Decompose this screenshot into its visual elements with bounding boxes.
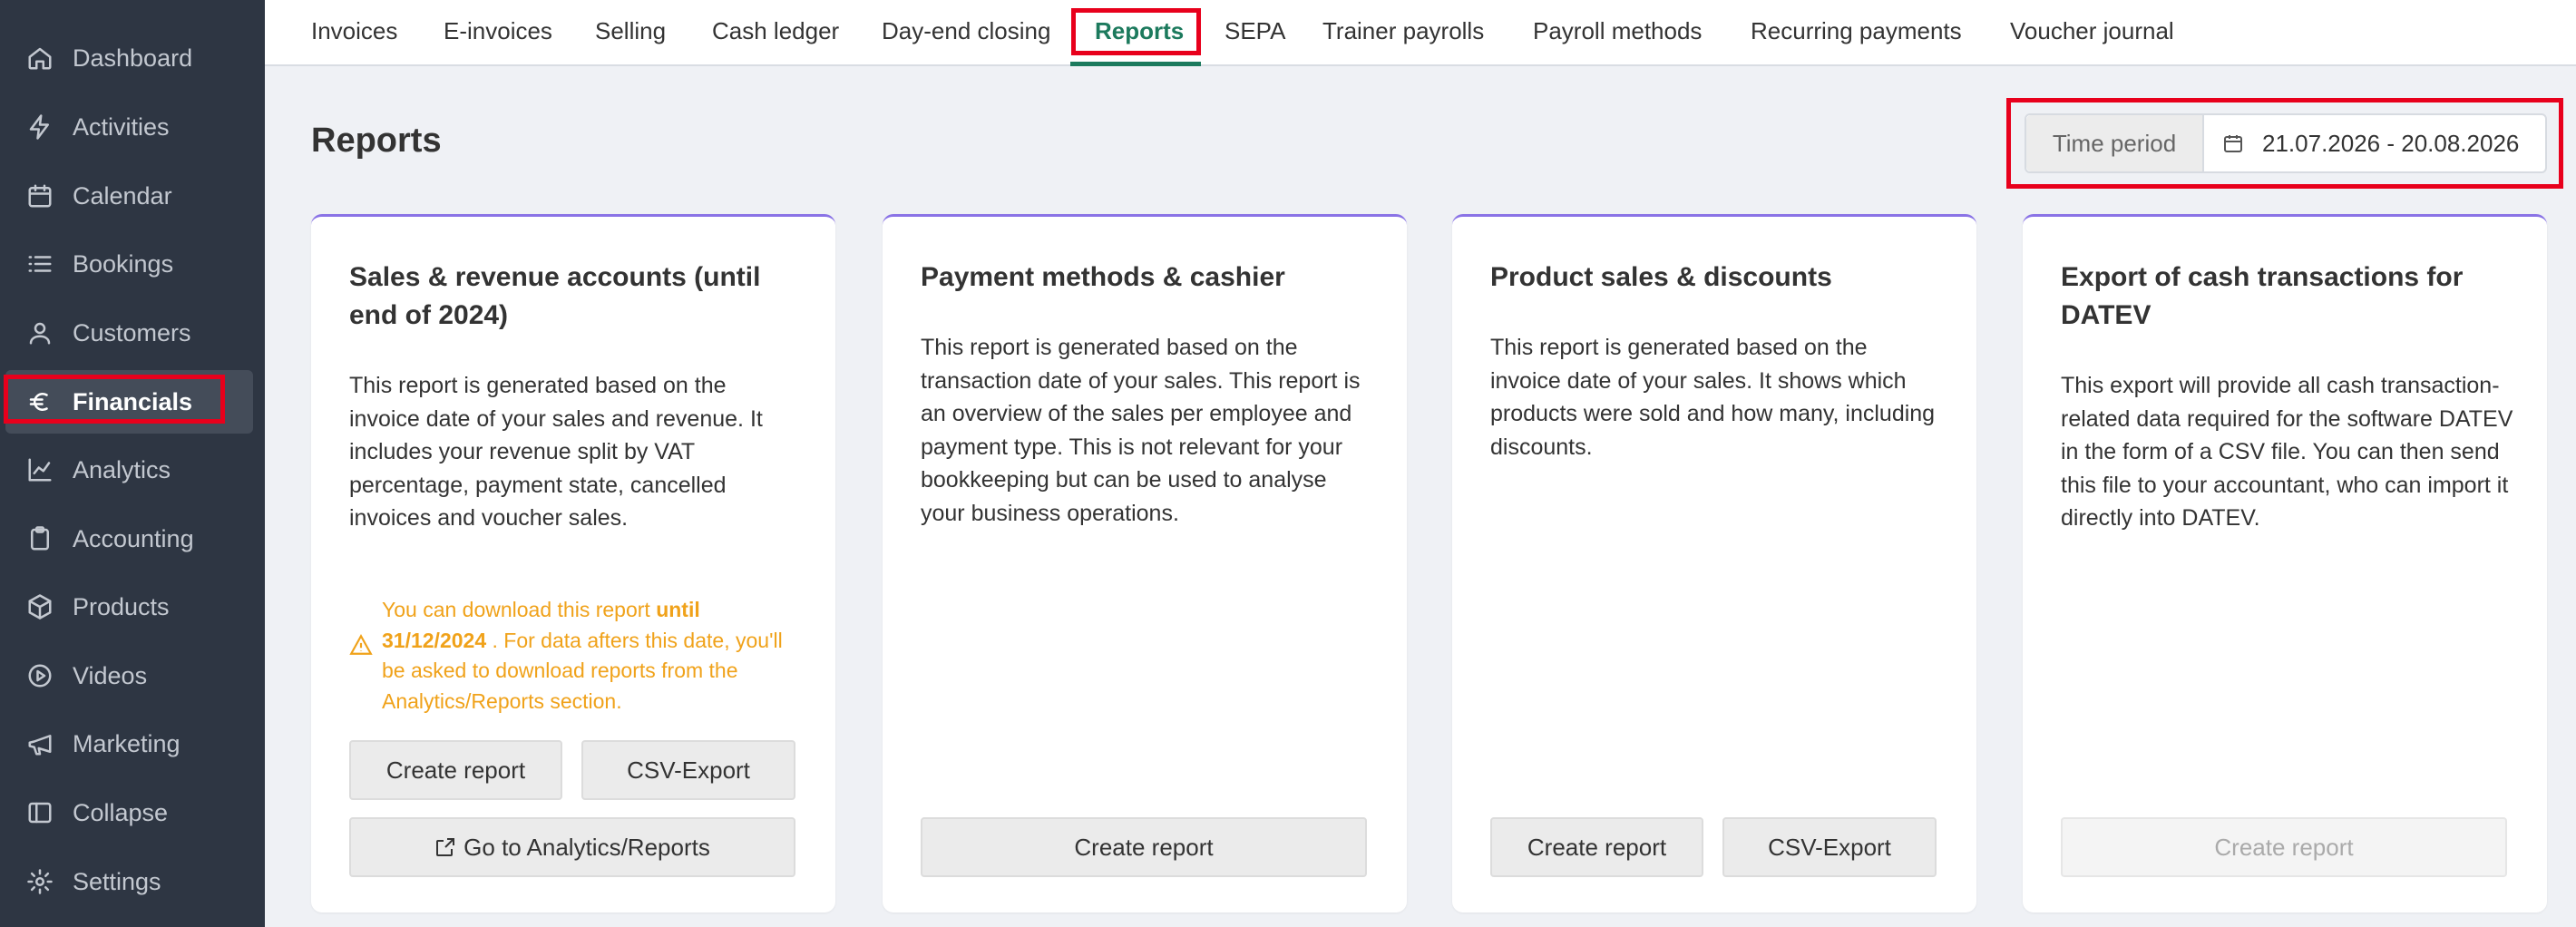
euro-icon <box>25 387 54 416</box>
external-link-icon <box>436 838 455 856</box>
time-period-value-field[interactable]: 21.07.2026 - 20.08.2026 <box>2204 115 2545 171</box>
chart-line-icon <box>25 455 54 484</box>
sidebar-item-label: Videos <box>73 661 148 689</box>
report-card-payment-methods: Payment methods & cashier This report is… <box>883 214 1407 912</box>
sidebar-item-label: Products <box>73 592 170 620</box>
tab-trainer-payrolls[interactable]: Trainer payrolls <box>1322 0 1484 63</box>
sidebar-item-marketing[interactable]: Marketing <box>0 712 265 776</box>
sidebar-item-analytics[interactable]: Analytics <box>0 438 265 502</box>
sidebar-item-dashboard[interactable]: Dashboard <box>0 26 265 90</box>
user-icon <box>25 318 54 347</box>
sidebar-item-bookings[interactable]: Bookings <box>0 232 265 296</box>
active-tab-indicator <box>1070 62 1201 66</box>
sidebar-item-activities[interactable]: Activities <box>0 95 265 159</box>
time-period-picker[interactable]: Time period 21.07.2026 - 20.08.2026 <box>2025 113 2547 173</box>
home-icon <box>25 44 54 73</box>
tab-cash-ledger[interactable]: Cash ledger <box>712 0 839 63</box>
tab-recurring-payments[interactable]: Recurring payments <box>1751 0 1962 63</box>
card-title: Payment methods & cashier <box>921 262 1285 292</box>
csv-export-button[interactable]: CSV-Export <box>581 740 795 800</box>
tab-payroll-methods[interactable]: Payroll methods <box>1533 0 1702 63</box>
sidebar-item-calendar[interactable]: Calendar <box>0 164 265 228</box>
sidebar-item-label: Bookings <box>73 249 174 278</box>
sidebar-item-label: Financials <box>73 387 193 415</box>
report-card-datev-export: Export of cash transactions for DATEV Th… <box>2023 214 2547 912</box>
card-title: Product sales & discounts <box>1490 262 1832 292</box>
card-title: Export of cash transactions for DATEV <box>2061 262 2464 330</box>
tab-selling[interactable]: Selling <box>595 0 666 63</box>
sidebar-item-settings[interactable]: Settings <box>0 850 265 913</box>
card-description: This report is generated based on the tr… <box>921 335 1361 526</box>
tab-day-end-closing[interactable]: Day-end closing <box>882 0 1050 63</box>
create-report-button[interactable]: Create report <box>921 817 1367 877</box>
sidebar-item-videos[interactable]: Videos <box>0 644 265 707</box>
calendar-icon <box>25 181 54 210</box>
card-description: This report is generated based on the in… <box>349 373 763 531</box>
sidebar-item-collapse[interactable]: Collapse <box>0 781 265 844</box>
tab-e-invoices[interactable]: E-invoices <box>444 0 552 63</box>
create-report-button[interactable]: Create report <box>349 740 562 800</box>
sidebar-item-label: Accounting <box>73 524 194 552</box>
megaphone-icon <box>25 729 54 758</box>
sidebar-item-label: Settings <box>73 867 161 895</box>
clipboard-icon <box>25 524 54 553</box>
sidebar-item-label: Analytics <box>73 455 171 483</box>
sidebar: Dashboard Activities Calendar Bookings C… <box>0 0 265 927</box>
card-description: This export will provide all cash transa… <box>2061 373 2513 531</box>
sidebar-item-label: Calendar <box>73 181 172 210</box>
report-card-sales-revenue: Sales & revenue accounts (until end of 2… <box>311 214 835 912</box>
sidebar-item-label: Customers <box>73 318 191 346</box>
card-title: Sales & revenue accounts (until end of 2… <box>349 262 761 330</box>
sidebar-item-financials[interactable]: Financials <box>5 370 253 434</box>
calendar-icon <box>2224 135 2242 152</box>
sidebar-item-customers[interactable]: Customers <box>0 301 265 365</box>
warning-message: You can download this report until 31/12… <box>349 595 803 717</box>
csv-export-button[interactable]: CSV-Export <box>1722 817 1937 877</box>
report-card-product-sales: Product sales & discounts This report is… <box>1452 214 1976 912</box>
time-period-label: Time period <box>2026 115 2204 171</box>
card-description: This report is generated based on the in… <box>1490 335 1936 460</box>
sidebar-item-label: Marketing <box>73 729 181 757</box>
warning-text: You can download this report until 31/12… <box>382 598 783 713</box>
sidebar-item-label: Activities <box>73 112 170 141</box>
tab-sepa[interactable]: SEPA <box>1225 0 1285 63</box>
warning-triangle-icon <box>349 633 375 717</box>
collapse-icon <box>25 798 54 827</box>
page-title: Reports <box>311 122 442 160</box>
time-period-value: 21.07.2026 - 20.08.2026 <box>2262 129 2520 157</box>
sidebar-item-accounting[interactable]: Accounting <box>0 507 265 571</box>
sidebar-item-label: Collapse <box>73 798 169 826</box>
tab-bar: Invoices E-invoices Selling Cash ledger … <box>265 0 2576 66</box>
sidebar-item-label: Dashboard <box>73 44 193 72</box>
tab-voucher-journal[interactable]: Voucher journal <box>2010 0 2174 63</box>
list-icon <box>25 249 54 278</box>
gear-icon <box>25 867 54 896</box>
lightning-icon <box>25 112 54 141</box>
tab-reports[interactable]: Reports <box>1095 0 1184 63</box>
create-report-button[interactable]: Create report <box>1490 817 1703 877</box>
box-icon <box>25 592 54 621</box>
create-report-button-disabled[interactable]: Create report <box>2061 817 2507 877</box>
sidebar-item-products[interactable]: Products <box>0 575 265 639</box>
go-to-analytics-reports-button[interactable]: Go to Analytics/Reports <box>349 817 795 877</box>
play-circle-icon <box>25 661 54 690</box>
tab-invoices[interactable]: Invoices <box>311 0 397 63</box>
